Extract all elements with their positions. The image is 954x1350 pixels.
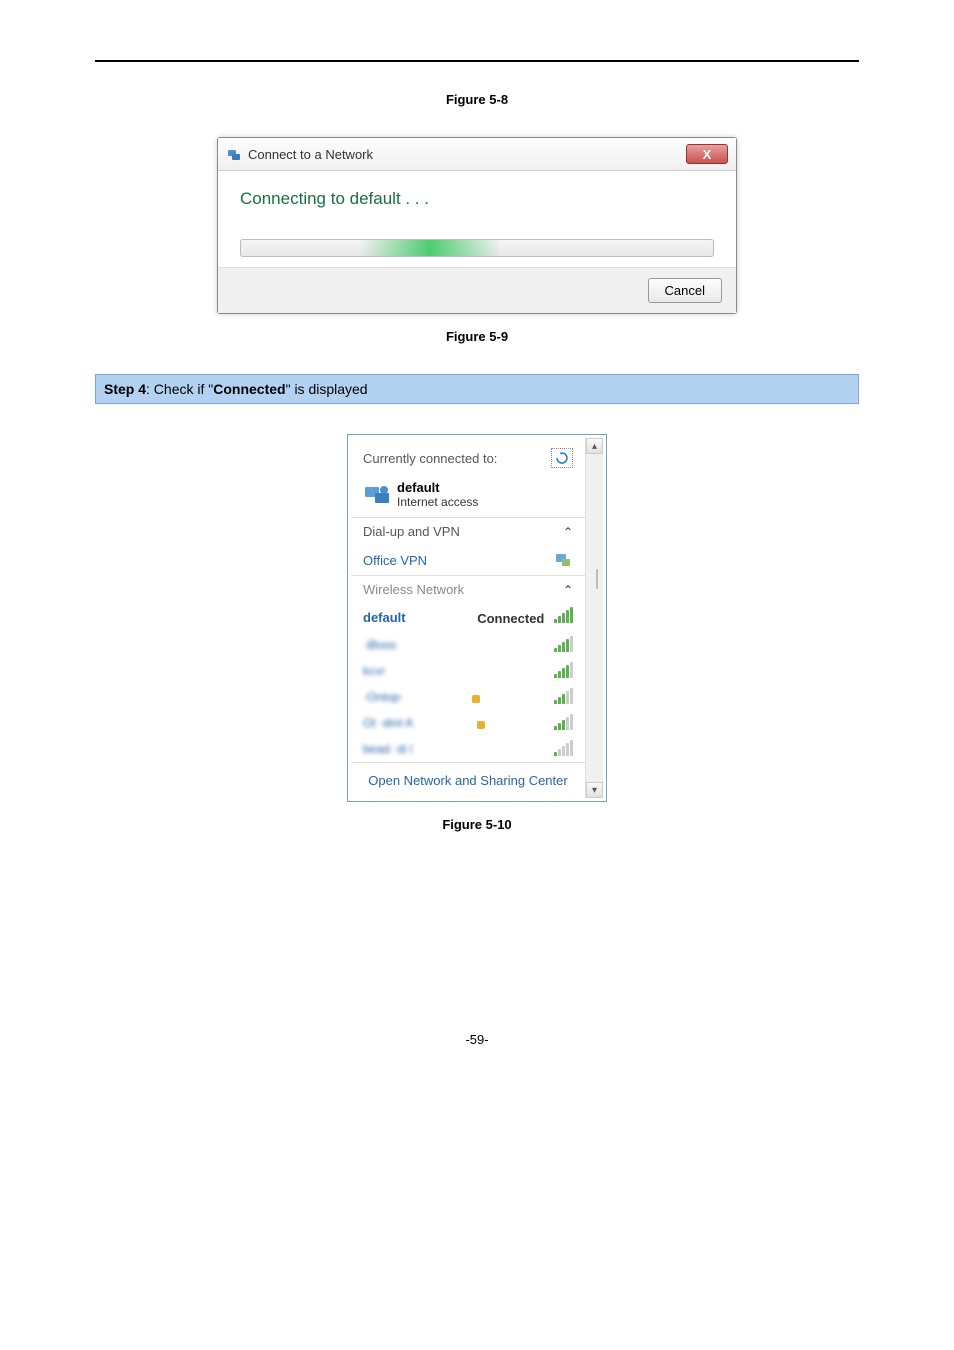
signal-icon [554,609,573,623]
chevron-up-icon[interactable]: ⌃ [563,583,573,597]
vpn-icon [553,551,573,569]
dialup-vpn-header: Dial-up and VPN ⌃ [351,518,585,545]
dialog-body: Connecting to default . . . [218,171,736,267]
connected-network-item[interactable]: default Internet access [351,476,585,517]
office-vpn-label: Office VPN [363,553,427,568]
wifi-default-item[interactable]: default Connected [351,603,585,632]
page-number: -59- [95,1032,859,1047]
wifi-name-blurred: Ot ·dml A [363,716,413,730]
progress-bar [240,239,714,257]
scroll-down-button[interactable]: ▾ [586,782,603,798]
scroll-up-button[interactable]: ▴ [586,438,603,454]
wireless-network-label: Wireless Network [363,582,464,597]
figure-caption-5-8: Figure 5-8 [95,92,859,107]
connect-network-dialog: Connect to a Network X Connecting to def… [217,137,737,314]
wifi-item[interactable]: ·Ontop· [351,684,585,710]
progress-fill [359,240,501,256]
step-prefix: Step 4 [104,381,146,397]
currently-connected-header: Currently connected to: [363,448,573,468]
connected-network-sub: Internet access [397,495,478,509]
wifi-connected-status: Connected [477,611,544,626]
page-divider [95,60,859,62]
figure-caption-5-10: Figure 5-10 [95,817,859,832]
dialog-title: Connect to a Network [248,147,686,162]
signal-icon [554,664,573,678]
wifi-name-blurred: bead· di l [363,742,412,756]
open-network-center[interactable]: Open Network and Sharing Center [351,762,585,798]
step-bold: Connected [213,381,285,397]
step-text-2: " is displayed [286,381,368,397]
office-vpn-item[interactable]: Office VPN [351,545,585,575]
refresh-icon[interactable] [551,448,573,468]
figure-caption-5-9: Figure 5-9 [95,329,859,344]
wifi-name-blurred: ·iBoss [363,638,396,652]
currently-connected-section: Currently connected to: [351,438,585,476]
wifi-name-blurred: kcvr [363,664,385,678]
signal-icon [554,716,573,730]
dialup-vpn-label: Dial-up and VPN [363,524,460,539]
flyout-content: Currently connected to: default Internet… [351,438,585,798]
wifi-default-right: Connected [477,609,573,626]
network-icon [226,146,242,162]
wireless-network-header: Wireless Network ⌃ [351,576,585,603]
dialog-footer: Cancel [218,267,736,313]
connected-network-name: default [397,480,478,495]
close-button[interactable]: X [686,144,728,164]
wifi-item[interactable]: Ot ·dml A [351,710,585,736]
scrollbar[interactable]: ▴ ▾ [585,438,603,798]
internet-icon [363,483,391,507]
connecting-message: Connecting to default . . . [240,189,714,209]
cancel-button[interactable]: Cancel [648,278,722,303]
signal-icon [554,742,573,756]
wifi-item[interactable]: kcvr [351,658,585,684]
wifi-name-blurred: ·Ontop· [363,690,404,704]
connected-network-text: default Internet access [397,480,478,509]
open-network-center-link[interactable]: Open Network and Sharing Center [368,773,567,788]
dialog-titlebar: Connect to a Network X [218,138,736,171]
step-4-bar: Step 4: Check if "Connected" is displaye… [95,374,859,404]
wifi-item[interactable]: bead· di l [351,736,585,762]
step-text-1: : Check if " [146,381,213,397]
scroll-thumb[interactable] [596,569,598,589]
network-flyout: Currently connected to: default Internet… [347,434,607,802]
wifi-item[interactable]: ·iBoss [351,632,585,658]
signal-icon [554,638,573,652]
signal-icon [554,690,573,704]
currently-connected-label: Currently connected to: [363,451,497,466]
wifi-default-name: default [363,610,406,625]
chevron-up-icon[interactable]: ⌃ [563,525,573,539]
